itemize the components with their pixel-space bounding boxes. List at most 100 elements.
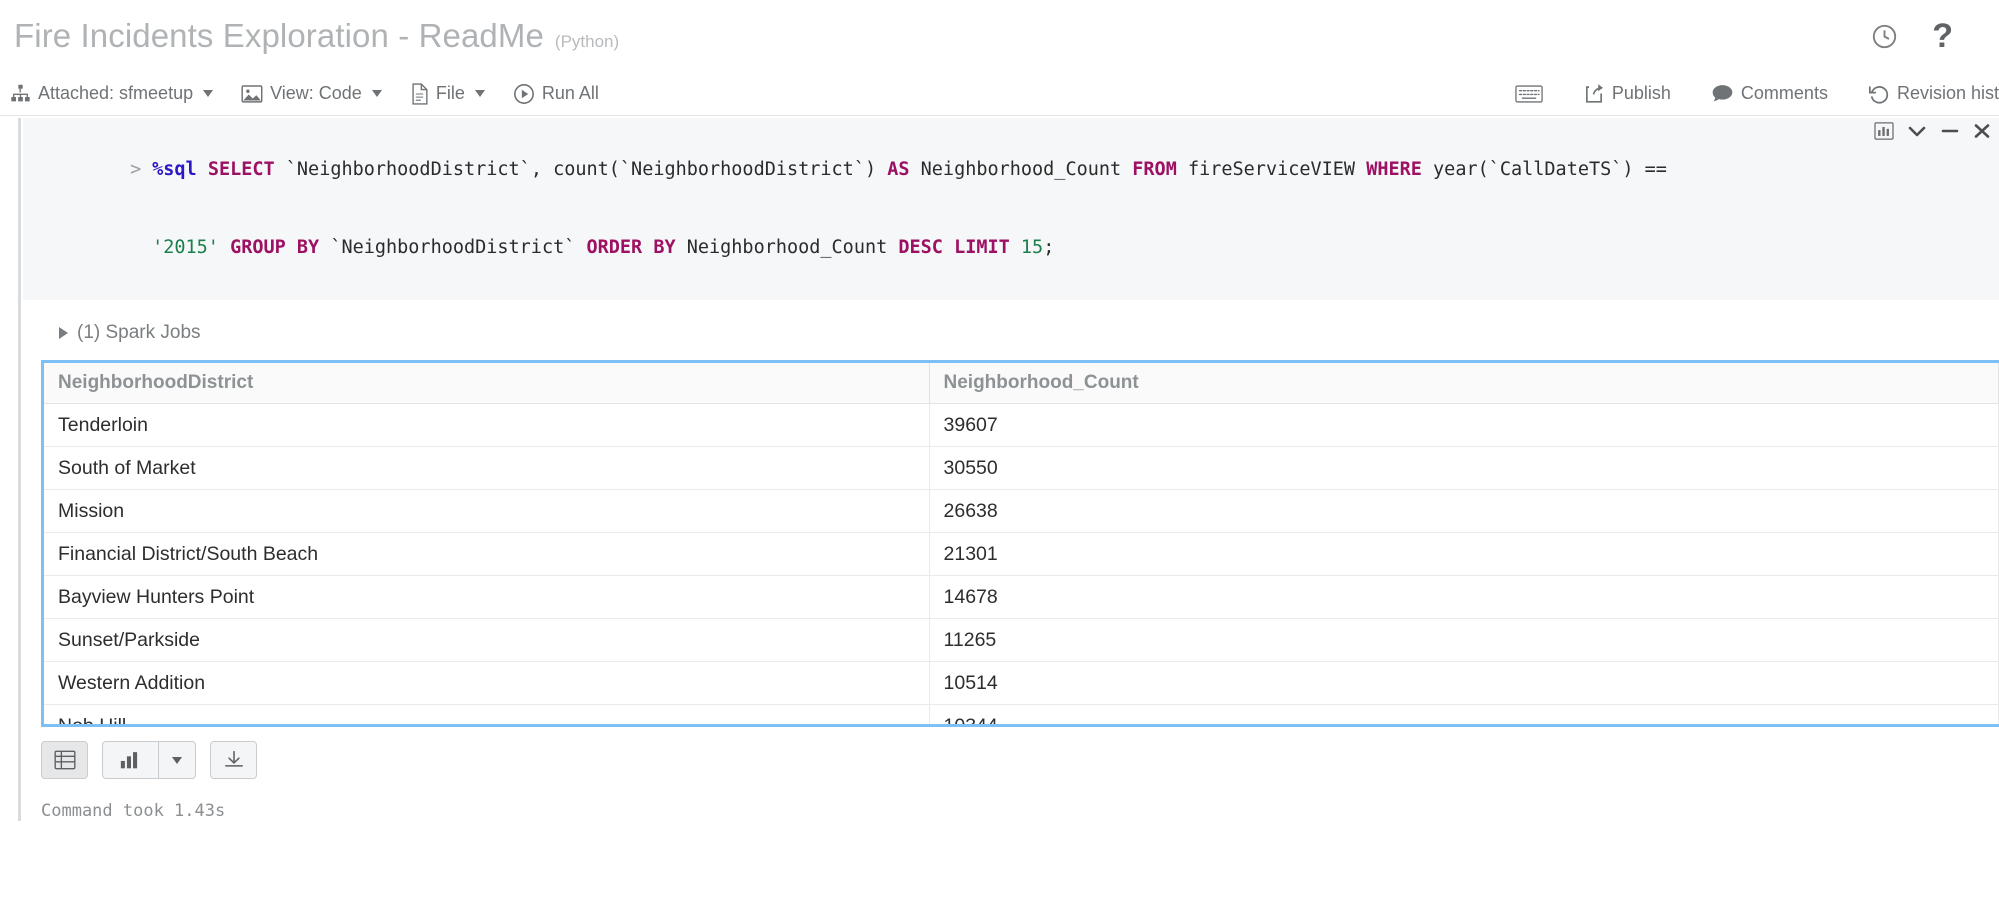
visualization-toolbar [41, 727, 1999, 783]
table-row[interactable]: Sunset/Parkside11265 [44, 619, 1999, 662]
notebook-page: Fire Incidents Exploration - ReadMe (Pyt… [0, 0, 1999, 923]
notebook-header: Fire Incidents Exploration - ReadMe (Pyt… [0, 0, 1999, 72]
notebook-language-label: (Python) [555, 32, 619, 52]
minimize-icon[interactable] [1940, 124, 1960, 138]
keyboard-icon [1515, 83, 1543, 104]
code-token: %sql [152, 159, 197, 180]
run-all-button[interactable]: Run All [513, 82, 599, 104]
cell-neighborhood-count: 39607 [929, 404, 1999, 447]
triangle-right-icon [59, 327, 68, 339]
code-line-1: >%sql SELECT `NeighborhoodDistrict`, cou… [41, 131, 1989, 209]
view-image-icon [241, 83, 263, 104]
toolbar-right-group: Publish Comments Revision hist [1515, 82, 1999, 104]
file-icon [410, 82, 429, 104]
view-mode-button[interactable]: View: Code [241, 83, 382, 104]
results-table: NeighborhoodDistrict Neighborhood_Count … [44, 363, 1999, 727]
view-mode-label: View: Code [270, 83, 362, 104]
clock-icon[interactable] [1871, 23, 1898, 50]
code-token [219, 237, 230, 258]
keyboard-shortcuts-button[interactable] [1515, 83, 1543, 104]
code-token: FROM [1132, 159, 1177, 180]
close-icon[interactable] [1973, 123, 1991, 139]
play-circle-icon [513, 82, 535, 104]
cell-neighborhood-count: 11265 [929, 619, 1999, 662]
table-row[interactable]: South of Market30550 [44, 447, 1999, 490]
command-status: Command took 1.43s [41, 783, 1999, 821]
code-token: ORDER BY [587, 237, 676, 258]
column-header-neighborhood-district[interactable]: NeighborhoodDistrict [44, 363, 929, 404]
comments-button[interactable]: Comments [1711, 83, 1828, 105]
cell-neighborhood-count: 30550 [929, 447, 1999, 490]
attached-cluster-button[interactable]: Attached: sfmeetup [10, 83, 213, 105]
cell-neighborhood-district: South of Market [44, 447, 929, 490]
file-menu-label: File [436, 83, 465, 104]
chart-bar-icon[interactable] [1874, 122, 1894, 140]
chevron-down-icon [372, 90, 382, 97]
cell-neighborhood-district: Western Addition [44, 662, 929, 705]
code-tokens-line-1: %sql SELECT `NeighborhoodDistrict`, coun… [152, 159, 1678, 180]
cell-neighborhood-count: 14678 [929, 576, 1999, 619]
table-view-button[interactable] [41, 741, 88, 779]
cell-prompt: > [130, 157, 152, 183]
code-token: Neighborhood_Count [910, 159, 1133, 180]
table-row[interactable]: Bayview Hunters Point14678 [44, 576, 1999, 619]
code-editor[interactable]: >%sql SELECT `NeighborhoodDistrict`, cou… [23, 118, 1999, 300]
publish-label: Publish [1612, 83, 1671, 104]
cluster-icon [10, 83, 31, 105]
code-token: 15 [1021, 237, 1043, 258]
cell-neighborhood-count: 10514 [929, 662, 1999, 705]
cell-neighborhood-district: Tenderloin [44, 404, 929, 447]
code-token: SELECT [208, 159, 275, 180]
revision-history-label: Revision hist [1897, 83, 1999, 104]
code-token: fireServiceVIEW [1177, 159, 1366, 180]
code-token: Neighborhood_Count [676, 237, 899, 258]
publish-button[interactable]: Publish [1583, 82, 1671, 104]
column-header-neighborhood-count[interactable]: Neighborhood_Count [929, 363, 1999, 404]
cell-neighborhood-count: 21301 [929, 533, 1999, 576]
chevron-down-icon [203, 90, 213, 97]
code-token [197, 159, 208, 180]
cell-neighborhood-count: 26638 [929, 490, 1999, 533]
code-token: DESC LIMIT [898, 237, 1009, 258]
results-table-body: Tenderloin39607South of Market30550Missi… [44, 404, 1999, 728]
comments-label: Comments [1741, 83, 1828, 104]
table-header-row: NeighborhoodDistrict Neighborhood_Count [44, 363, 1999, 404]
cell-neighborhood-district: Nob Hill [44, 705, 929, 728]
cell-neighborhood-district: Sunset/Parkside [44, 619, 929, 662]
chart-view-button[interactable] [102, 741, 158, 779]
cell-neighborhood-district: Financial District/South Beach [44, 533, 929, 576]
file-menu-button[interactable]: File [410, 82, 485, 104]
table-row[interactable]: Nob Hill10344 [44, 705, 1999, 728]
download-button[interactable] [210, 741, 257, 779]
header-actions: ? [1871, 19, 1979, 53]
publish-icon [1583, 82, 1605, 104]
page-title: Fire Incidents Exploration - ReadMe [14, 17, 544, 55]
code-token: `NeighborhoodDistrict` [319, 237, 586, 258]
table-row[interactable]: Tenderloin39607 [44, 404, 1999, 447]
code-token: '2015' [152, 237, 219, 258]
attached-cluster-label: Attached: sfmeetup [38, 83, 193, 104]
code-token: year(`CallDateTS`) == [1422, 159, 1678, 180]
table-row[interactable]: Mission26638 [44, 490, 1999, 533]
code-token: AS [887, 159, 909, 180]
cell-neighborhood-district: Bayview Hunters Point [44, 576, 929, 619]
chart-options-caret[interactable] [158, 741, 196, 779]
table-row[interactable]: Western Addition10514 [44, 662, 1999, 705]
cell-left-accent-bar [18, 118, 21, 821]
code-token [1010, 237, 1021, 258]
results-table-container[interactable]: NeighborhoodDistrict Neighborhood_Count … [41, 360, 1999, 727]
help-icon[interactable]: ? [1932, 19, 1953, 53]
revision-history-button[interactable]: Revision hist [1868, 82, 1999, 104]
chart-view-group [102, 741, 196, 779]
chevron-down-icon [475, 90, 485, 97]
cell-action-icons [1874, 122, 1991, 140]
cell-neighborhood-count: 10344 [929, 705, 1999, 728]
spark-jobs-toggle[interactable]: (1) Spark Jobs [41, 300, 1999, 360]
revision-history-icon [1868, 82, 1890, 104]
code-token: GROUP BY [230, 237, 319, 258]
table-row[interactable]: Financial District/South Beach21301 [44, 533, 1999, 576]
chevron-down-icon[interactable] [1907, 124, 1927, 138]
cell-neighborhood-district: Mission [44, 490, 929, 533]
spark-jobs-label: (1) Spark Jobs [77, 322, 201, 344]
code-token: `NeighborhoodDistrict`, count(`Neighborh… [275, 159, 888, 180]
